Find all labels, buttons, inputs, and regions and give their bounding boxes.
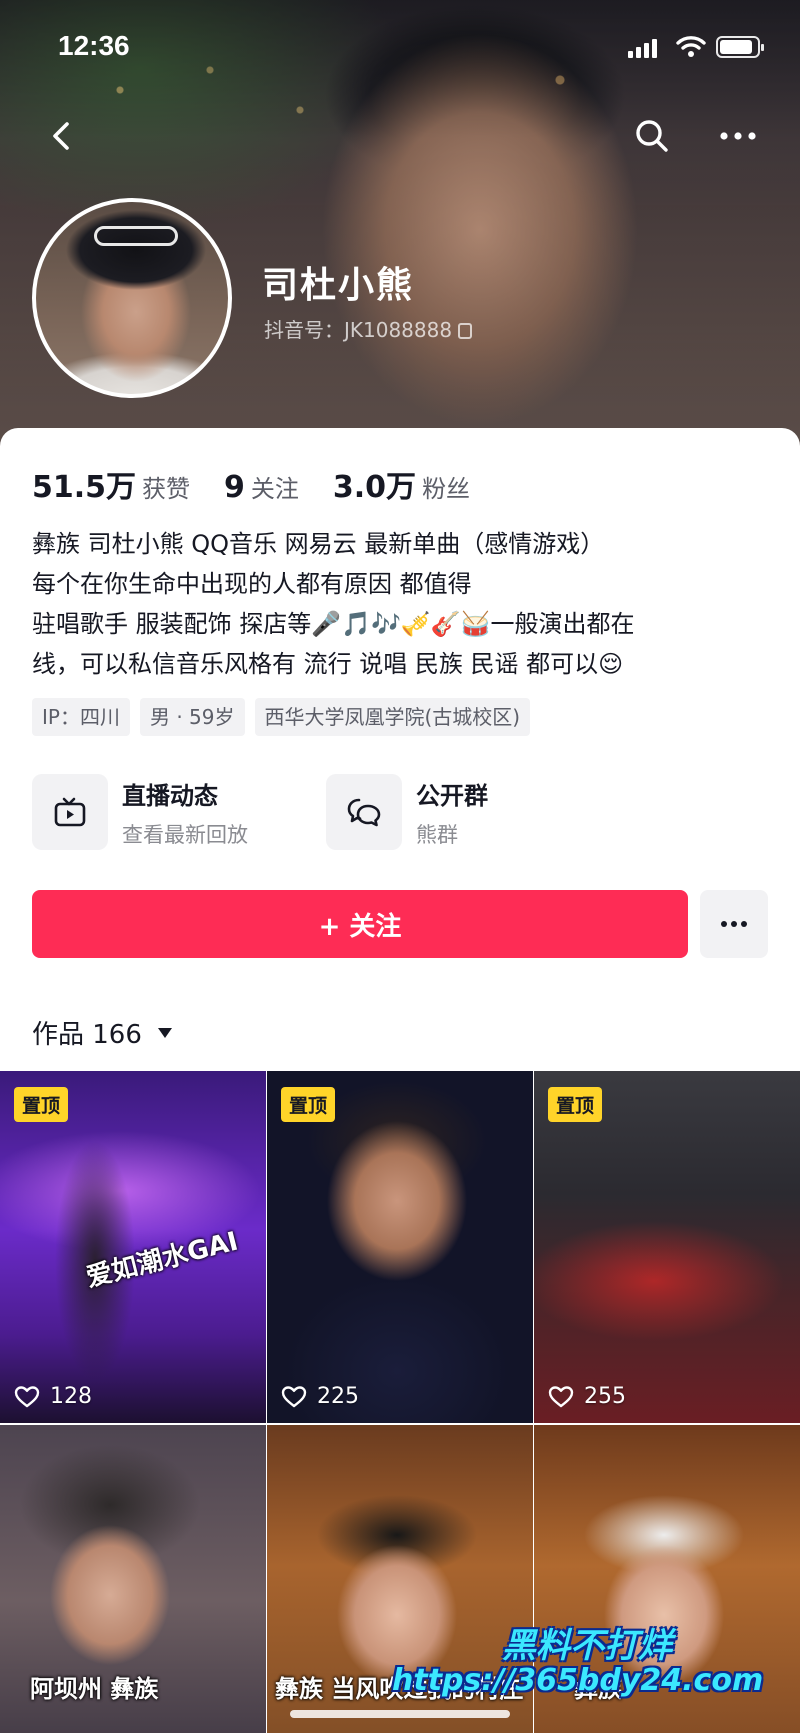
- caret-down-icon: [157, 1027, 172, 1038]
- profile-tags: IP：四川 男 · 59岁 西华大学凤凰学院(古城校区): [32, 698, 531, 736]
- ellipsis-icon[interactable]: [716, 116, 760, 156]
- copy-icon[interactable]: [458, 323, 473, 339]
- entry-live-updates[interactable]: 直播动态 查看最新回放: [32, 774, 262, 850]
- tag-school[interactable]: 西华大学凤凰学院(古城校区): [254, 698, 531, 736]
- stat-label: 获赞: [142, 475, 191, 503]
- entry-subtitle: 熊群: [416, 822, 458, 847]
- entry-public-group[interactable]: 公开群 熊群: [326, 774, 556, 850]
- douyin-id: 抖音号：JK1088888: [264, 318, 453, 342]
- entry-subtitle: 查看最新回放: [122, 822, 248, 847]
- entry-title: 直播动态: [122, 781, 218, 810]
- follow-button[interactable]: + 关注: [32, 890, 688, 958]
- profile-nickname: 司杜小熊: [262, 265, 415, 306]
- stat-value: 51.5万: [32, 470, 137, 505]
- search-icon[interactable]: [632, 116, 672, 156]
- like-count: 225: [281, 1384, 359, 1409]
- tab-works[interactable]: 作品 166: [32, 1014, 172, 1051]
- home-indicator[interactable]: [290, 1710, 510, 1718]
- stat-label: 粉丝: [422, 475, 471, 503]
- like-count-value: 128: [50, 1384, 92, 1409]
- stat-label: 关注: [250, 475, 299, 503]
- profile-stats: 51.5万 获赞 9 关注 3.0万 粉丝: [32, 462, 470, 506]
- avatar[interactable]: [32, 198, 232, 398]
- entry-title: 公开群: [416, 781, 488, 810]
- video-thumbnail[interactable]: 置顶 255: [534, 1071, 800, 1423]
- heart-icon: [14, 1385, 40, 1407]
- status-time: 12:36: [58, 30, 130, 61]
- heart-icon: [548, 1385, 574, 1407]
- tv-icon: [32, 774, 108, 850]
- bio-line: 彝族 司杜小熊 QQ音乐 网易云 最新单曲（感情游戏）: [32, 530, 605, 558]
- video-thumbnail[interactable]: 置顶 爱如潮水GAI 128: [0, 1071, 266, 1423]
- bio-line: 线，可以私信音乐风格有 流行 说唱 民族 民谣 都可以😌: [32, 650, 624, 678]
- like-count-value: 255: [584, 1384, 626, 1409]
- video-thumbnail[interactable]: 阿坝州 彝族: [0, 1425, 266, 1733]
- group-chat-icon: [326, 774, 402, 850]
- ellipsis-icon: [721, 921, 747, 927]
- video-caption: 阿坝州 彝族: [30, 1675, 159, 1703]
- like-count-value: 225: [317, 1384, 359, 1409]
- like-count: 255: [548, 1384, 626, 1409]
- pinned-badge: 置顶: [281, 1087, 336, 1122]
- avatar-glasses: [94, 226, 178, 246]
- feature-entries: 直播动态 查看最新回放 公开群 熊群: [32, 774, 556, 850]
- video-caption: 爱如潮水GAI: [83, 1226, 242, 1294]
- more-actions-button[interactable]: [700, 890, 768, 958]
- battery-icon: [716, 36, 764, 58]
- bio-line: 每个在你生命中出现的人都有原因 都值得: [32, 570, 472, 598]
- pinned-badge: 置顶: [14, 1087, 69, 1122]
- video-thumbnail[interactable]: 置顶 225: [267, 1071, 533, 1423]
- profile-panel: 51.5万 获赞 9 关注 3.0万 粉丝 彝族 司杜小熊 QQ音乐 网易云 最…: [0, 428, 800, 1068]
- cellular-signal-icon: [628, 38, 658, 58]
- wifi-icon: [676, 36, 706, 57]
- tag-ip: IP：四川: [32, 698, 130, 736]
- pinned-badge: 置顶: [548, 1087, 603, 1122]
- tag-gender-age: 男 · 59岁: [139, 698, 245, 736]
- stat-likes[interactable]: 51.5万 获赞: [32, 462, 190, 506]
- stat-following[interactable]: 9 关注: [224, 469, 299, 505]
- stat-value: 3.0万: [332, 470, 417, 505]
- bio-line: 驻唱歌手 服装配饰 探店等🎤🎵🎶🎺🎸🥁一般演出都在: [32, 610, 635, 638]
- battery-level: [720, 40, 753, 54]
- status-bar: 12:36: [0, 28, 800, 68]
- douyin-id-row: 抖音号：JK1088888: [264, 314, 473, 343]
- stat-followers[interactable]: 3.0万 粉丝: [333, 462, 470, 506]
- watermark-url: https://365bdy24.com: [392, 1663, 764, 1698]
- like-count: 128: [14, 1384, 92, 1409]
- watermark-title: 黑料不打烊: [502, 1626, 672, 1666]
- tab-works-label: 作品 166: [32, 1020, 142, 1050]
- profile-bio: 彝族 司杜小熊 QQ音乐 网易云 最新单曲（感情游戏） 每个在你生命中出现的人都…: [32, 524, 772, 684]
- watermark: 黑料不打烊 https://365bdy24.com: [392, 1618, 792, 1698]
- stat-value: 9: [224, 470, 245, 505]
- chevron-left-icon[interactable]: [44, 118, 80, 154]
- heart-icon: [281, 1385, 307, 1407]
